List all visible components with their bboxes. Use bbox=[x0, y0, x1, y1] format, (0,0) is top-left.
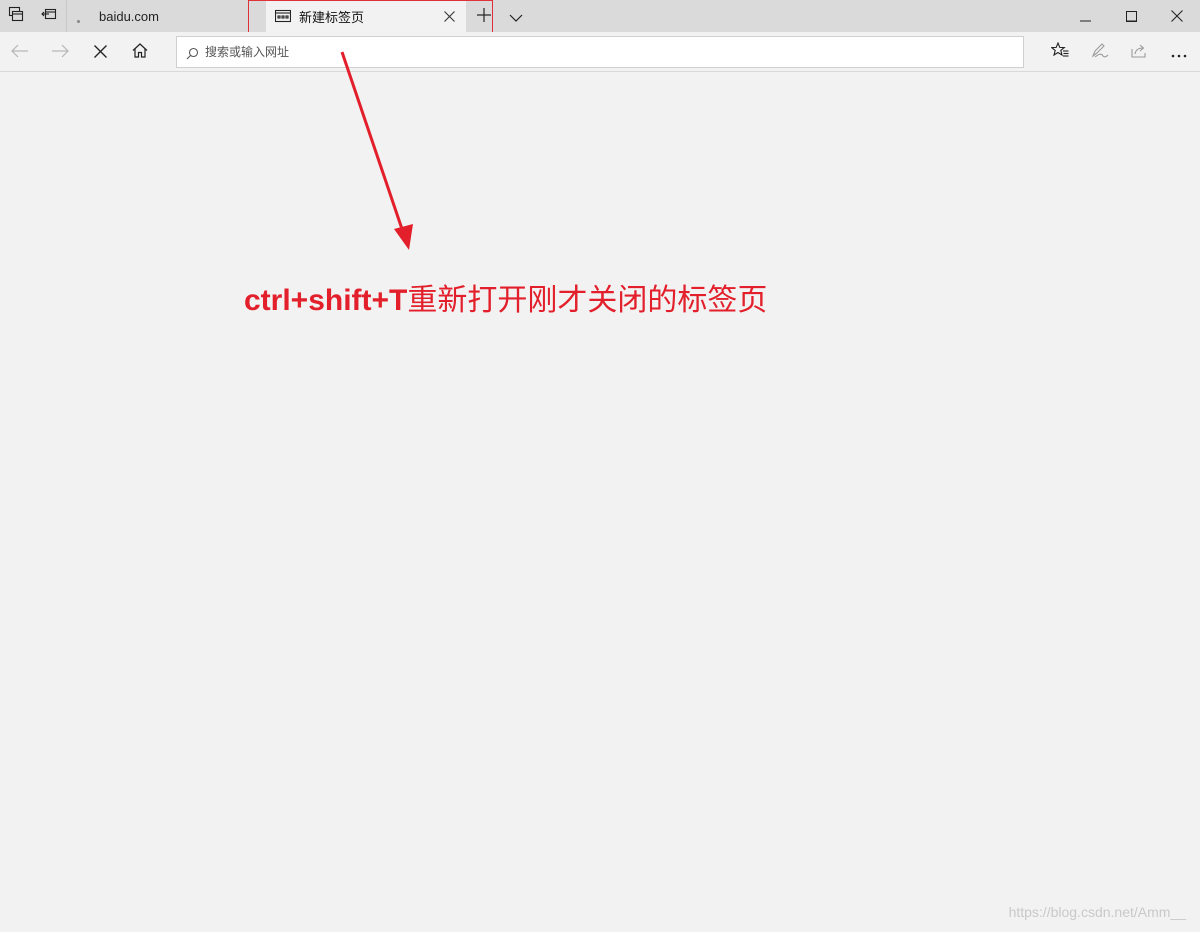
tab-label: baidu.com bbox=[99, 8, 159, 24]
restore-tabs-button[interactable] bbox=[33, 0, 65, 32]
search-icon bbox=[186, 45, 199, 64]
favorites-star-icon bbox=[1050, 41, 1069, 62]
tab-baidu[interactable]: baidu.com bbox=[66, 0, 266, 32]
restore-tabs-icon bbox=[41, 6, 57, 26]
close-icon bbox=[1171, 7, 1183, 26]
forward-arrow-icon bbox=[51, 43, 69, 62]
stop-loading-icon bbox=[93, 43, 107, 62]
share-icon bbox=[1130, 43, 1148, 62]
pen-notes-icon bbox=[1091, 42, 1109, 62]
more-dots-icon bbox=[1171, 43, 1187, 62]
home-button[interactable] bbox=[120, 32, 160, 72]
more-button[interactable] bbox=[1159, 32, 1199, 72]
tabs-aside-button[interactable] bbox=[0, 0, 32, 32]
favorites-button[interactable] bbox=[1040, 32, 1080, 72]
web-notes-button[interactable] bbox=[1080, 32, 1120, 72]
annotation-description: 重新打开刚才关闭的标签页 bbox=[407, 283, 768, 318]
address-input[interactable] bbox=[205, 41, 1005, 63]
share-button[interactable] bbox=[1119, 32, 1159, 72]
maximize-icon bbox=[1125, 7, 1137, 26]
forward-button[interactable] bbox=[40, 32, 80, 72]
tabs-aside-icon bbox=[8, 6, 24, 26]
maximize-button[interactable] bbox=[1108, 0, 1154, 32]
back-button[interactable] bbox=[0, 32, 40, 72]
back-arrow-icon bbox=[11, 43, 29, 62]
annotation-arrow bbox=[340, 51, 413, 250]
loading-icon bbox=[77, 20, 80, 23]
minimize-icon bbox=[1079, 7, 1091, 26]
stop-button[interactable] bbox=[80, 32, 120, 72]
annotation-text: ctrl+shift+T重新打开刚才关闭的标签页 bbox=[244, 275, 767, 319]
tab-list-button[interactable] bbox=[500, 0, 532, 32]
home-icon bbox=[132, 42, 148, 62]
navigation-bar bbox=[0, 32, 1200, 72]
minimize-button[interactable] bbox=[1062, 0, 1108, 32]
window-close-button[interactable] bbox=[1154, 0, 1200, 32]
tab-strip: baidu.com 新建标签页 bbox=[0, 0, 1200, 32]
address-bar[interactable] bbox=[176, 36, 1024, 68]
shortcut-text: ctrl+shift+T bbox=[244, 284, 408, 317]
tab-list-chevron-icon bbox=[509, 7, 523, 26]
watermark: https://blog.csdn.net/Amm__ bbox=[1008, 904, 1186, 920]
